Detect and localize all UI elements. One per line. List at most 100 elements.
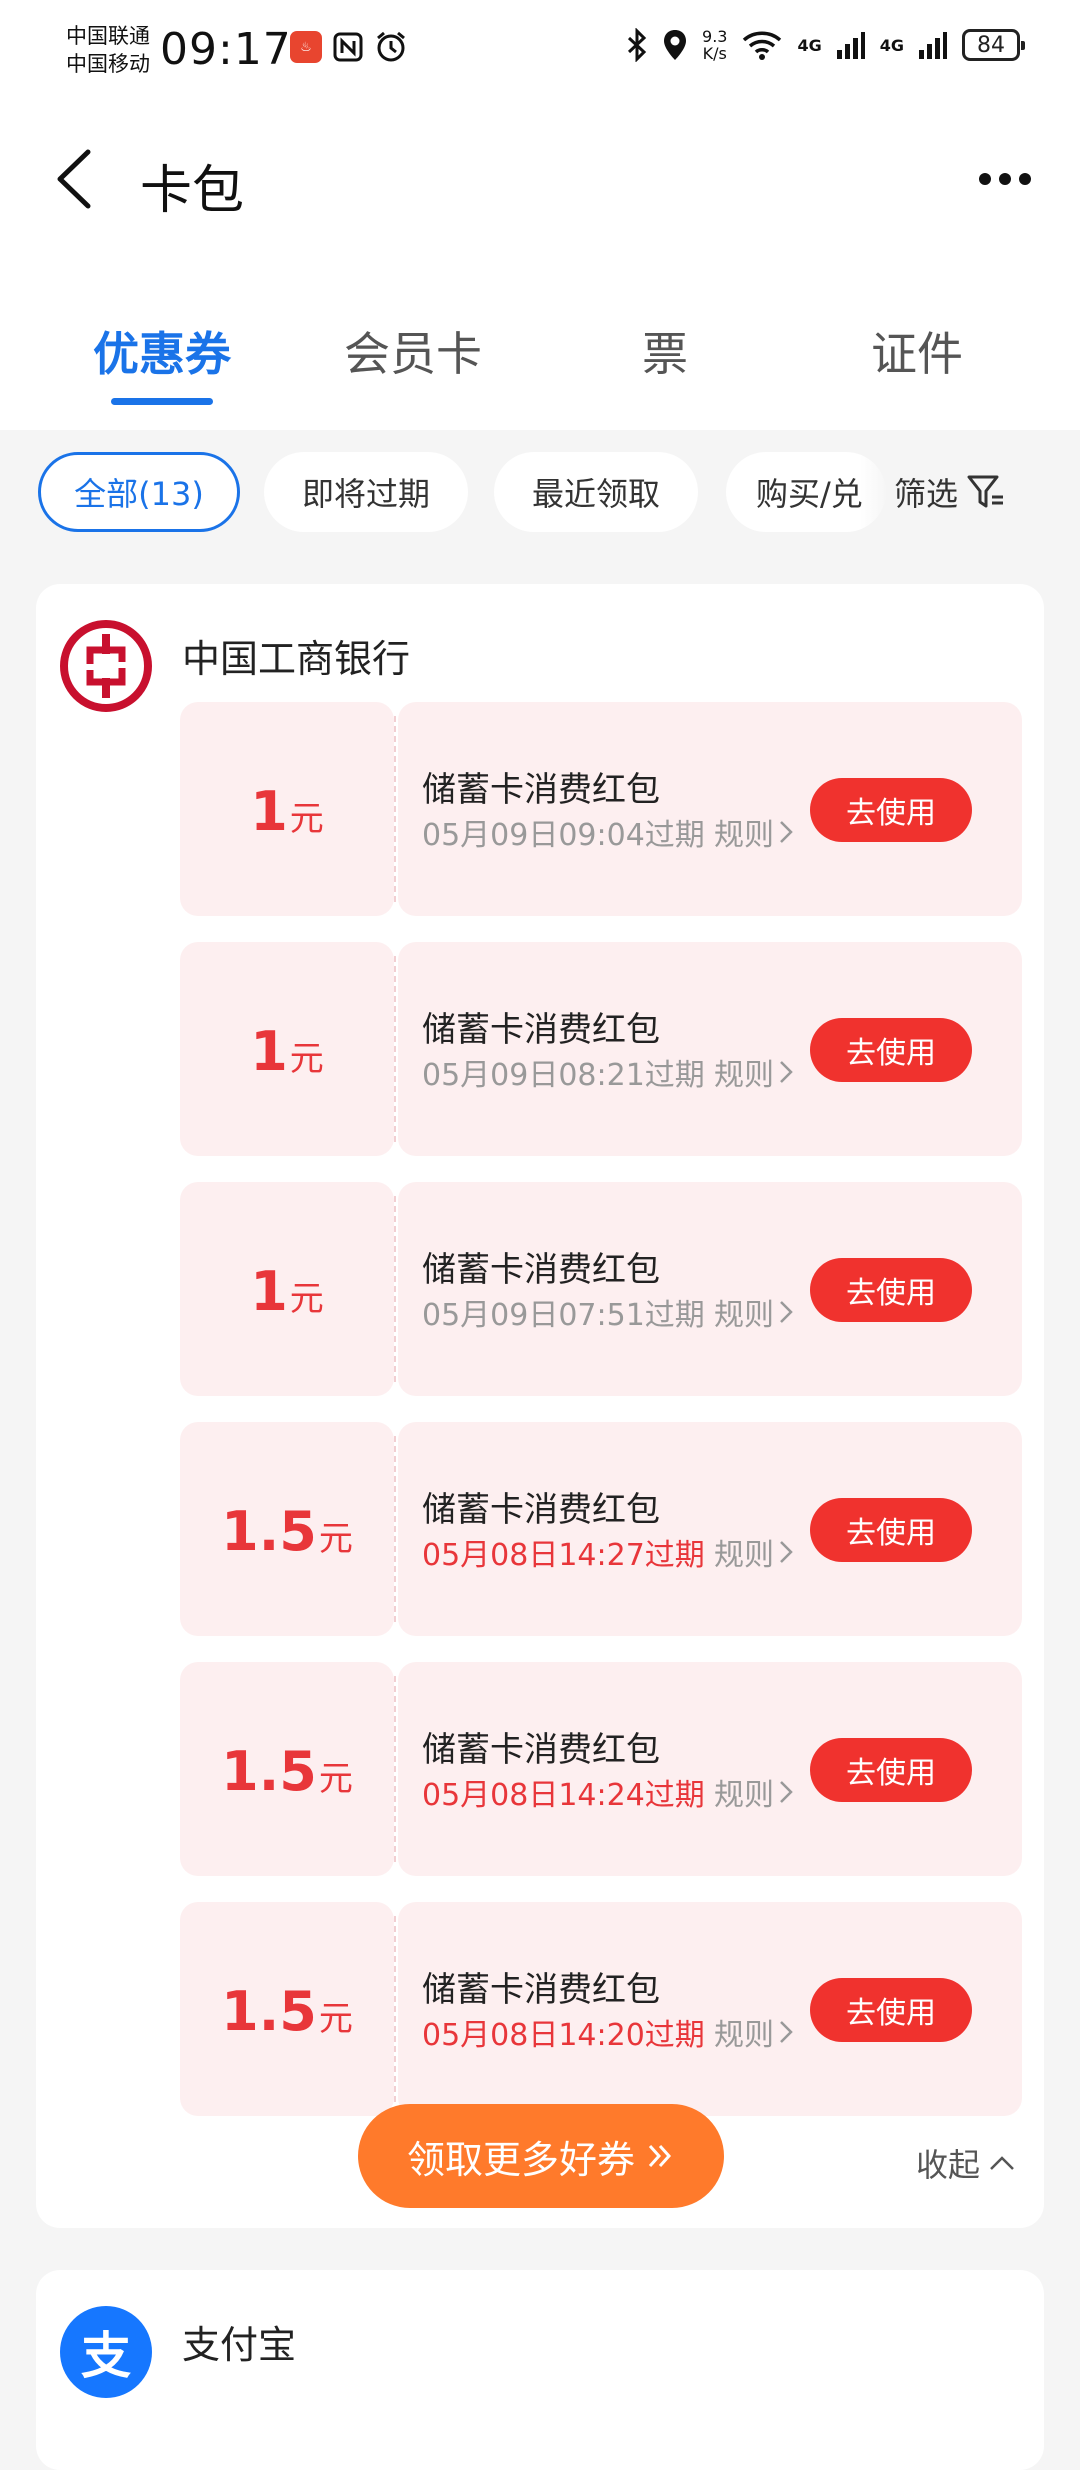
rules-label: 规则	[714, 818, 774, 853]
coupon-card[interactable]: 1元 储蓄卡消费红包 05月09日08:21过期 规则 去使用	[180, 942, 1022, 1156]
use-coupon-button[interactable]: 去使用	[810, 1258, 972, 1322]
coupon-title: 储蓄卡消费红包	[422, 770, 660, 810]
chevron-right-icon	[780, 821, 793, 843]
carrier-info: 中国联通 中国移动	[66, 22, 150, 78]
coupon-amount: 1.5	[221, 1500, 317, 1563]
coupon-rules-link[interactable]: 规则	[714, 1530, 794, 1574]
page-title: 卡包	[140, 161, 245, 221]
more-dot-icon	[1019, 173, 1031, 185]
coupon-rules-link[interactable]: 规则	[714, 1050, 794, 1094]
chevron-right-icon	[780, 1301, 793, 1323]
coupon-card[interactable]: 1元 储蓄卡消费红包 05月09日07:51过期 规则 去使用	[180, 1182, 1022, 1396]
coupon-divider	[394, 956, 396, 1142]
chip-all[interactable]: 全部(13)	[38, 452, 240, 532]
use-coupon-button[interactable]: 去使用	[810, 1978, 972, 2042]
more-dot-icon	[999, 173, 1011, 185]
coupon-expiry: 05月09日07:51过期	[422, 1298, 705, 1333]
location-icon	[664, 30, 687, 60]
wifi-icon	[743, 31, 782, 60]
collapse-button[interactable]: 收起	[916, 2140, 1016, 2186]
coupon-divider	[394, 1436, 396, 1622]
alipay-name: 支付宝	[182, 2323, 297, 2367]
carrier-1: 中国联通	[66, 24, 150, 48]
use-coupon-button[interactable]: 去使用	[810, 778, 972, 842]
coupon-divider	[394, 1676, 396, 1862]
chip-recently-received[interactable]: 最近领取	[494, 452, 698, 532]
rules-label: 规则	[714, 2018, 774, 2053]
coupon-amount: 1	[250, 780, 288, 843]
chevron-up-icon	[990, 2156, 1014, 2170]
coupon-amount: 1.5	[221, 1980, 317, 2043]
status-left-icons: ♨	[290, 30, 408, 64]
filter-chips: 全部(13) 即将过期 最近领取 购买/兑 筛选	[0, 440, 1080, 540]
back-button[interactable]	[48, 144, 108, 214]
status-time: 09:17	[160, 24, 292, 75]
tab-tickets[interactable]: 票	[642, 318, 688, 384]
rules-label: 规则	[714, 1058, 774, 1093]
use-coupon-button[interactable]: 去使用	[810, 1738, 972, 1802]
rules-label: 规则	[714, 1778, 774, 1813]
signal-2-icon	[919, 32, 947, 59]
coupon-unit: 元	[318, 1759, 353, 1799]
alipay-coupon-group: 支 支付宝	[36, 2270, 1044, 2470]
tab-documents[interactable]: 证件	[871, 318, 963, 384]
coupon-divider	[394, 1196, 396, 1382]
coupon-expiry: 05月08日14:27过期	[422, 1538, 705, 1573]
more-options-button[interactable]	[970, 154, 1040, 204]
coupon-amount: 1	[250, 1020, 288, 1083]
chevron-left-icon	[57, 149, 91, 209]
coupon-title: 储蓄卡消费红包	[422, 1970, 660, 2010]
filter-icon	[967, 475, 1004, 508]
coupon-unit: 元	[289, 1279, 324, 1319]
get-more-coupons-button[interactable]: 领取更多好券	[358, 2104, 724, 2208]
collapse-label: 收起	[916, 2146, 981, 2184]
coupon-card[interactable]: 1.5 元 储蓄卡消费红包 05月08日14:27过期 规则 去使用	[180, 1422, 1022, 1636]
coupon-rules-link[interactable]: 规则	[714, 1290, 794, 1334]
status-right-icons: 9.3 K/s 4G 4G 84	[626, 28, 1025, 63]
coupon-unit: 元	[318, 1519, 353, 1559]
tab-coupons[interactable]: 优惠券	[93, 318, 231, 384]
filter-label: 筛选	[894, 475, 959, 513]
signal-1-icon	[836, 32, 865, 59]
app-notification-icon: ♨	[290, 31, 322, 63]
coupon-amount-panel: 1.5 元	[180, 1662, 394, 1876]
coupon-info-panel: 储蓄卡消费红包 05月08日14:24过期 规则 去使用	[398, 1662, 1022, 1876]
bank-coupon-group: 中国工商银行 1元 储蓄卡消费红包 05月09日09:04过期 规则 去使用 1…	[36, 584, 1044, 2228]
use-coupon-button[interactable]: 去使用	[810, 1018, 972, 1082]
get-more-coupons-label: 领取更多好券	[406, 2137, 635, 2182]
icbc-logo-icon	[60, 620, 152, 712]
coupon-info-panel: 储蓄卡消费红包 05月09日07:51过期 规则 去使用	[398, 1182, 1022, 1396]
bank-name: 中国工商银行	[182, 637, 411, 681]
more-dot-icon	[979, 173, 991, 185]
carrier-2: 中国移动	[66, 52, 150, 76]
coupon-info-panel: 储蓄卡消费红包 05月08日14:27过期 规则 去使用	[398, 1422, 1022, 1636]
chevron-right-icon	[780, 1541, 793, 1563]
coupon-unit: 元	[318, 1999, 353, 2039]
coupon-info-panel: 储蓄卡消费红包 05月09日09:04过期 规则 去使用	[398, 702, 1022, 916]
coupon-card[interactable]: 1.5 元 储蓄卡消费红包 05月08日14:24过期 规则 去使用	[180, 1662, 1022, 1876]
alipay-logo-icon: 支	[60, 2306, 152, 2398]
active-tab-indicator	[111, 398, 213, 405]
nfc-icon	[333, 32, 363, 62]
filter-button[interactable]: 筛选	[860, 452, 1007, 532]
coupon-unit: 元	[289, 799, 324, 839]
chip-expiring-soon[interactable]: 即将过期	[264, 452, 468, 532]
chevron-right-icon	[780, 1061, 793, 1083]
coupon-amount-panel: 1.5 元	[180, 1422, 394, 1636]
coupon-title: 储蓄卡消费红包	[422, 1490, 660, 1530]
coupon-rules-link[interactable]: 规则	[714, 2010, 794, 2054]
coupon-amount: 1.5	[221, 1740, 317, 1803]
coupon-rules-link[interactable]: 规则	[714, 1770, 794, 1814]
coupon-expiry: 05月09日08:21过期	[422, 1058, 705, 1093]
tab-membership-cards[interactable]: 会员卡	[344, 318, 482, 384]
net-speed-unit: K/s	[702, 44, 727, 63]
use-coupon-button[interactable]: 去使用	[810, 1498, 972, 1562]
coupon-card[interactable]: 1元 储蓄卡消费红包 05月09日09:04过期 规则 去使用	[180, 702, 1022, 916]
chevron-right-icon	[780, 2021, 793, 2043]
coupon-rules-link[interactable]: 规则	[714, 810, 794, 854]
coupon-expiry: 05月09日09:04过期	[422, 818, 705, 853]
coupon-amount-panel: 1.5 元	[180, 1902, 394, 2116]
coupon-expiry: 05月08日14:20过期	[422, 2018, 705, 2053]
coupon-info-panel: 储蓄卡消费红包 05月08日14:20过期 规则 去使用	[398, 1902, 1022, 2116]
coupon-card[interactable]: 1.5 元 储蓄卡消费红包 05月08日14:20过期 规则 去使用	[180, 1902, 1022, 2116]
